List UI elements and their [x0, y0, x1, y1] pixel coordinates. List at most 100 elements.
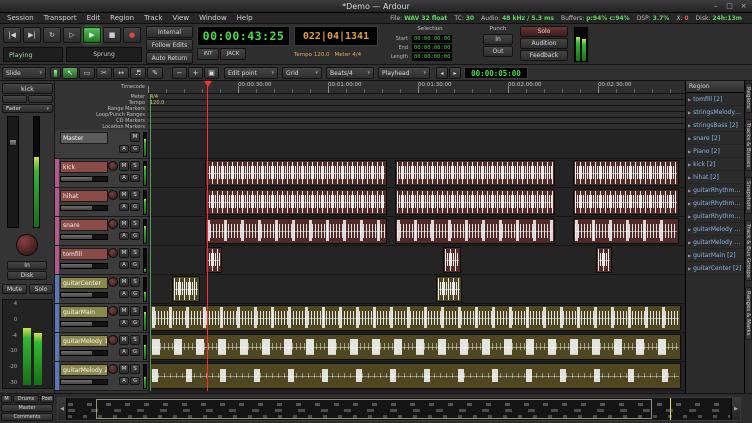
solo-button[interactable]: S [130, 335, 140, 345]
primary-clock[interactable]: 00:00:43:25 [197, 26, 290, 46]
record-arm-button[interactable] [108, 335, 118, 345]
grid-type-dropdown[interactable]: Beats/4▾ [326, 67, 374, 79]
region-list-item[interactable]: ▶guitarRhythmLeft [2] [686, 210, 744, 223]
summary-view-rectangle[interactable] [96, 399, 652, 419]
zoom-out-button[interactable]: − [172, 67, 187, 79]
solo-button[interactable]: S [130, 364, 140, 374]
automation-button[interactable]: A [119, 319, 129, 327]
audio-region[interactable] [150, 334, 681, 360]
range-mode-button[interactable]: ▭ [79, 67, 95, 79]
track-lane-hihat[interactable] [148, 188, 685, 217]
region-list-item[interactable]: ▶guitarRhythmMelody [2] [686, 197, 744, 210]
playhead-head-icon[interactable] [204, 81, 212, 87]
track-lane-guitarmelody-2[interactable] [148, 362, 685, 391]
disclosure-triangle-icon[interactable]: ▶ [688, 227, 691, 232]
automation-button[interactable]: A [119, 290, 129, 298]
metering-point-button[interactable]: M [1, 395, 12, 403]
solo-button[interactable]: S [130, 248, 140, 258]
track-lane-snare[interactable] [148, 217, 685, 246]
track-gain-fader[interactable] [60, 263, 108, 269]
group-tab-bar[interactable] [55, 362, 59, 390]
mute-button[interactable]: M [119, 306, 129, 316]
strip-track-name-button[interactable]: kick [2, 83, 53, 94]
track-gain-fader[interactable] [60, 350, 108, 356]
track-header-master[interactable]: MasterMAG [55, 130, 148, 159]
menu-region[interactable]: Region [106, 13, 138, 23]
punch-out-button[interactable]: Out [483, 46, 513, 57]
monitor-input-button[interactable]: In [7, 261, 47, 270]
selection-length-clock[interactable]: 00:00:00:00 [411, 52, 453, 62]
group-tab-bar[interactable] [55, 246, 59, 274]
summary-scroll-left-icon[interactable]: ◀ [58, 398, 67, 420]
mute-button[interactable]: M [119, 277, 129, 287]
disclosure-triangle-icon[interactable]: ▶ [688, 240, 691, 245]
record-button[interactable]: ● [123, 27, 141, 43]
solo-indicator-button[interactable]: Solo [520, 26, 568, 37]
summary-scroll-right-icon[interactable]: ▶ [731, 398, 740, 420]
region-list-item[interactable]: ▶stringsMelody [2] [686, 106, 744, 119]
follow-edits-button[interactable]: Follow Edits [146, 39, 193, 51]
group-tab-bar[interactable] [55, 333, 59, 361]
track-header-hihat[interactable]: hihatMSAG [55, 188, 148, 217]
disclosure-triangle-icon[interactable]: ▶ [688, 123, 691, 128]
region-list-header[interactable]: Region [686, 81, 744, 93]
automation-button[interactable]: A [119, 232, 129, 240]
track-lane-guitarcenter[interactable] [148, 275, 685, 304]
automation-button[interactable]: A [119, 145, 129, 153]
feedback-indicator-button[interactable]: Feedback [520, 50, 568, 61]
disclosure-triangle-icon[interactable]: ▶ [688, 149, 691, 154]
zoom-in-button[interactable]: + [188, 67, 203, 79]
strip-input-button[interactable] [2, 95, 27, 103]
automation-button[interactable]: A [119, 377, 129, 385]
goto-start-button[interactable]: |◀ [3, 27, 21, 43]
mute-button[interactable]: M [130, 132, 140, 142]
side-tab-regions[interactable]: Regions [745, 83, 752, 113]
track-name-label[interactable]: Master [60, 132, 108, 144]
smart-mode-button[interactable] [50, 67, 61, 79]
track-gain-fader[interactable] [60, 205, 108, 211]
audio-region[interactable] [395, 160, 555, 186]
playhead[interactable] [207, 81, 208, 391]
cut-mode-button[interactable]: ✂ [96, 67, 112, 79]
record-arm-button[interactable] [108, 248, 118, 258]
zoom-focus-dropdown[interactable]: Playhead▾ [378, 67, 430, 79]
maximize-icon[interactable]: □ [724, 1, 735, 11]
disclosure-triangle-icon[interactable]: ▶ [688, 201, 691, 206]
play-button[interactable]: ▶ [83, 27, 101, 43]
region-list-item[interactable]: ▶guitarMelody 1 [2] [686, 223, 744, 236]
punch-in-button[interactable]: In [483, 34, 513, 45]
monitor-disk-button[interactable]: Disk [7, 271, 47, 280]
audio-region[interactable] [573, 189, 679, 215]
group-button[interactable]: G [130, 232, 140, 240]
group-tab-bar[interactable] [55, 188, 59, 216]
fader-handle[interactable] [9, 139, 17, 146]
track-header-guitarmelody-1[interactable]: guitarMelody 1MSAG [55, 333, 148, 362]
region-list-item[interactable]: ▶guitarRhythmRight [2] [686, 184, 744, 197]
track-header-guitarmelody-2[interactable]: guitarMelody 2MSAG [55, 362, 148, 391]
track-gain-fader[interactable] [60, 234, 108, 240]
track-header-snare[interactable]: snareMSAG [55, 217, 148, 246]
disclosure-triangle-icon[interactable]: ▶ [688, 253, 691, 258]
mute-button[interactable]: M [119, 190, 129, 200]
zoom-fit-button[interactable]: ▣ [204, 67, 219, 79]
mute-button[interactable]: M [119, 364, 129, 374]
track-lane-tomfill[interactable] [148, 246, 685, 275]
group-button[interactable]: G [130, 174, 140, 182]
audio-region[interactable] [436, 276, 462, 302]
grab-mode-button[interactable]: ↖ [62, 67, 78, 79]
solo-button[interactable]: S [130, 219, 140, 229]
track-gain-fader[interactable] [60, 379, 108, 385]
track-name-label[interactable]: tomfill [60, 248, 108, 260]
title-bar[interactable]: *Demo — Ardour – □ × [0, 0, 752, 13]
group-tab-bar[interactable] [55, 217, 59, 245]
shuttle-control[interactable]: Sprung [66, 47, 142, 62]
internal-sync-button[interactable]: Internal [146, 26, 193, 38]
disclosure-triangle-icon[interactable]: ▶ [688, 162, 691, 167]
draw-mode-button[interactable]: ✎ [147, 67, 163, 79]
audio-region[interactable] [205, 189, 387, 215]
snap-mode-dropdown[interactable]: Grid▾ [282, 67, 322, 79]
nudge-clock[interactable]: 00:00:05:00 [464, 67, 528, 79]
close-icon[interactable]: × [738, 1, 749, 11]
stretch-mode-button[interactable]: ↔ [113, 67, 129, 79]
menu-help[interactable]: Help [233, 13, 257, 23]
